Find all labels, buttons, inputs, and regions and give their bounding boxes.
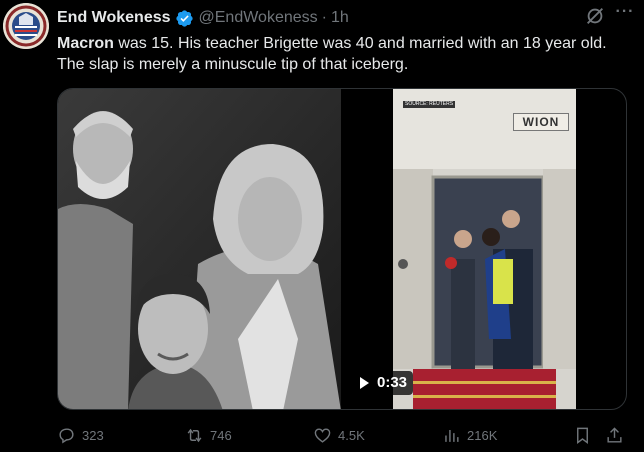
share-button[interactable]: [605, 422, 624, 448]
tweet-header: End Wokeness @EndWokeness · 1h: [57, 7, 634, 29]
heart-icon: [314, 427, 331, 443]
reply-icon: [59, 427, 74, 444]
tweet-media[interactable]: SOURCE: REUTERS WION 0:33: [57, 88, 627, 410]
share-icon: [607, 426, 622, 443]
video-thumbnail[interactable]: SOURCE: REUTERS WION: [393, 89, 576, 409]
author-handle[interactable]: @EndWokeness: [199, 9, 318, 27]
tweet-text-body: was 15. His teacher Brigette was 40 and …: [57, 35, 607, 73]
avatar[interactable]: [3, 3, 49, 49]
views-count: 216K: [467, 427, 498, 443]
reply-count: 323: [82, 427, 104, 443]
avatar-logo: [3, 3, 49, 49]
verified-badge-icon: [175, 9, 194, 28]
video-source-label: SOURCE: REUTERS: [403, 101, 456, 108]
repost-button[interactable]: 746: [185, 422, 232, 448]
play-icon: [360, 377, 369, 389]
views-button[interactable]: 216K: [442, 422, 497, 448]
separator-dot: ·: [321, 9, 327, 26]
video-duration: 0:33: [377, 374, 408, 391]
like-count: 4.5K: [338, 427, 365, 443]
repost-count: 746: [210, 427, 232, 443]
more-options-icon[interactable]: ···: [613, 4, 637, 28]
tweet-timestamp[interactable]: 1h: [331, 9, 349, 27]
author-name[interactable]: End Wokeness: [57, 9, 171, 27]
bookmark-icon: [577, 427, 588, 444]
bookmark-button[interactable]: [573, 422, 592, 448]
repost-icon: [187, 428, 202, 442]
grok-icon[interactable]: [584, 5, 606, 27]
views-icon: [445, 429, 459, 442]
photo-image[interactable]: [58, 89, 341, 409]
video-channel-logo: WION: [513, 113, 569, 131]
like-button[interactable]: 4.5K: [313, 422, 365, 448]
tweet-text-bold: Macron: [57, 35, 114, 52]
video-duration-badge[interactable]: 0:33: [354, 371, 414, 395]
tweet-actions: 323 746 4.5K 216K: [57, 422, 637, 448]
reply-button[interactable]: 323: [57, 422, 104, 448]
tweet-text: Macron was 15. His teacher Brigette was …: [57, 33, 627, 75]
